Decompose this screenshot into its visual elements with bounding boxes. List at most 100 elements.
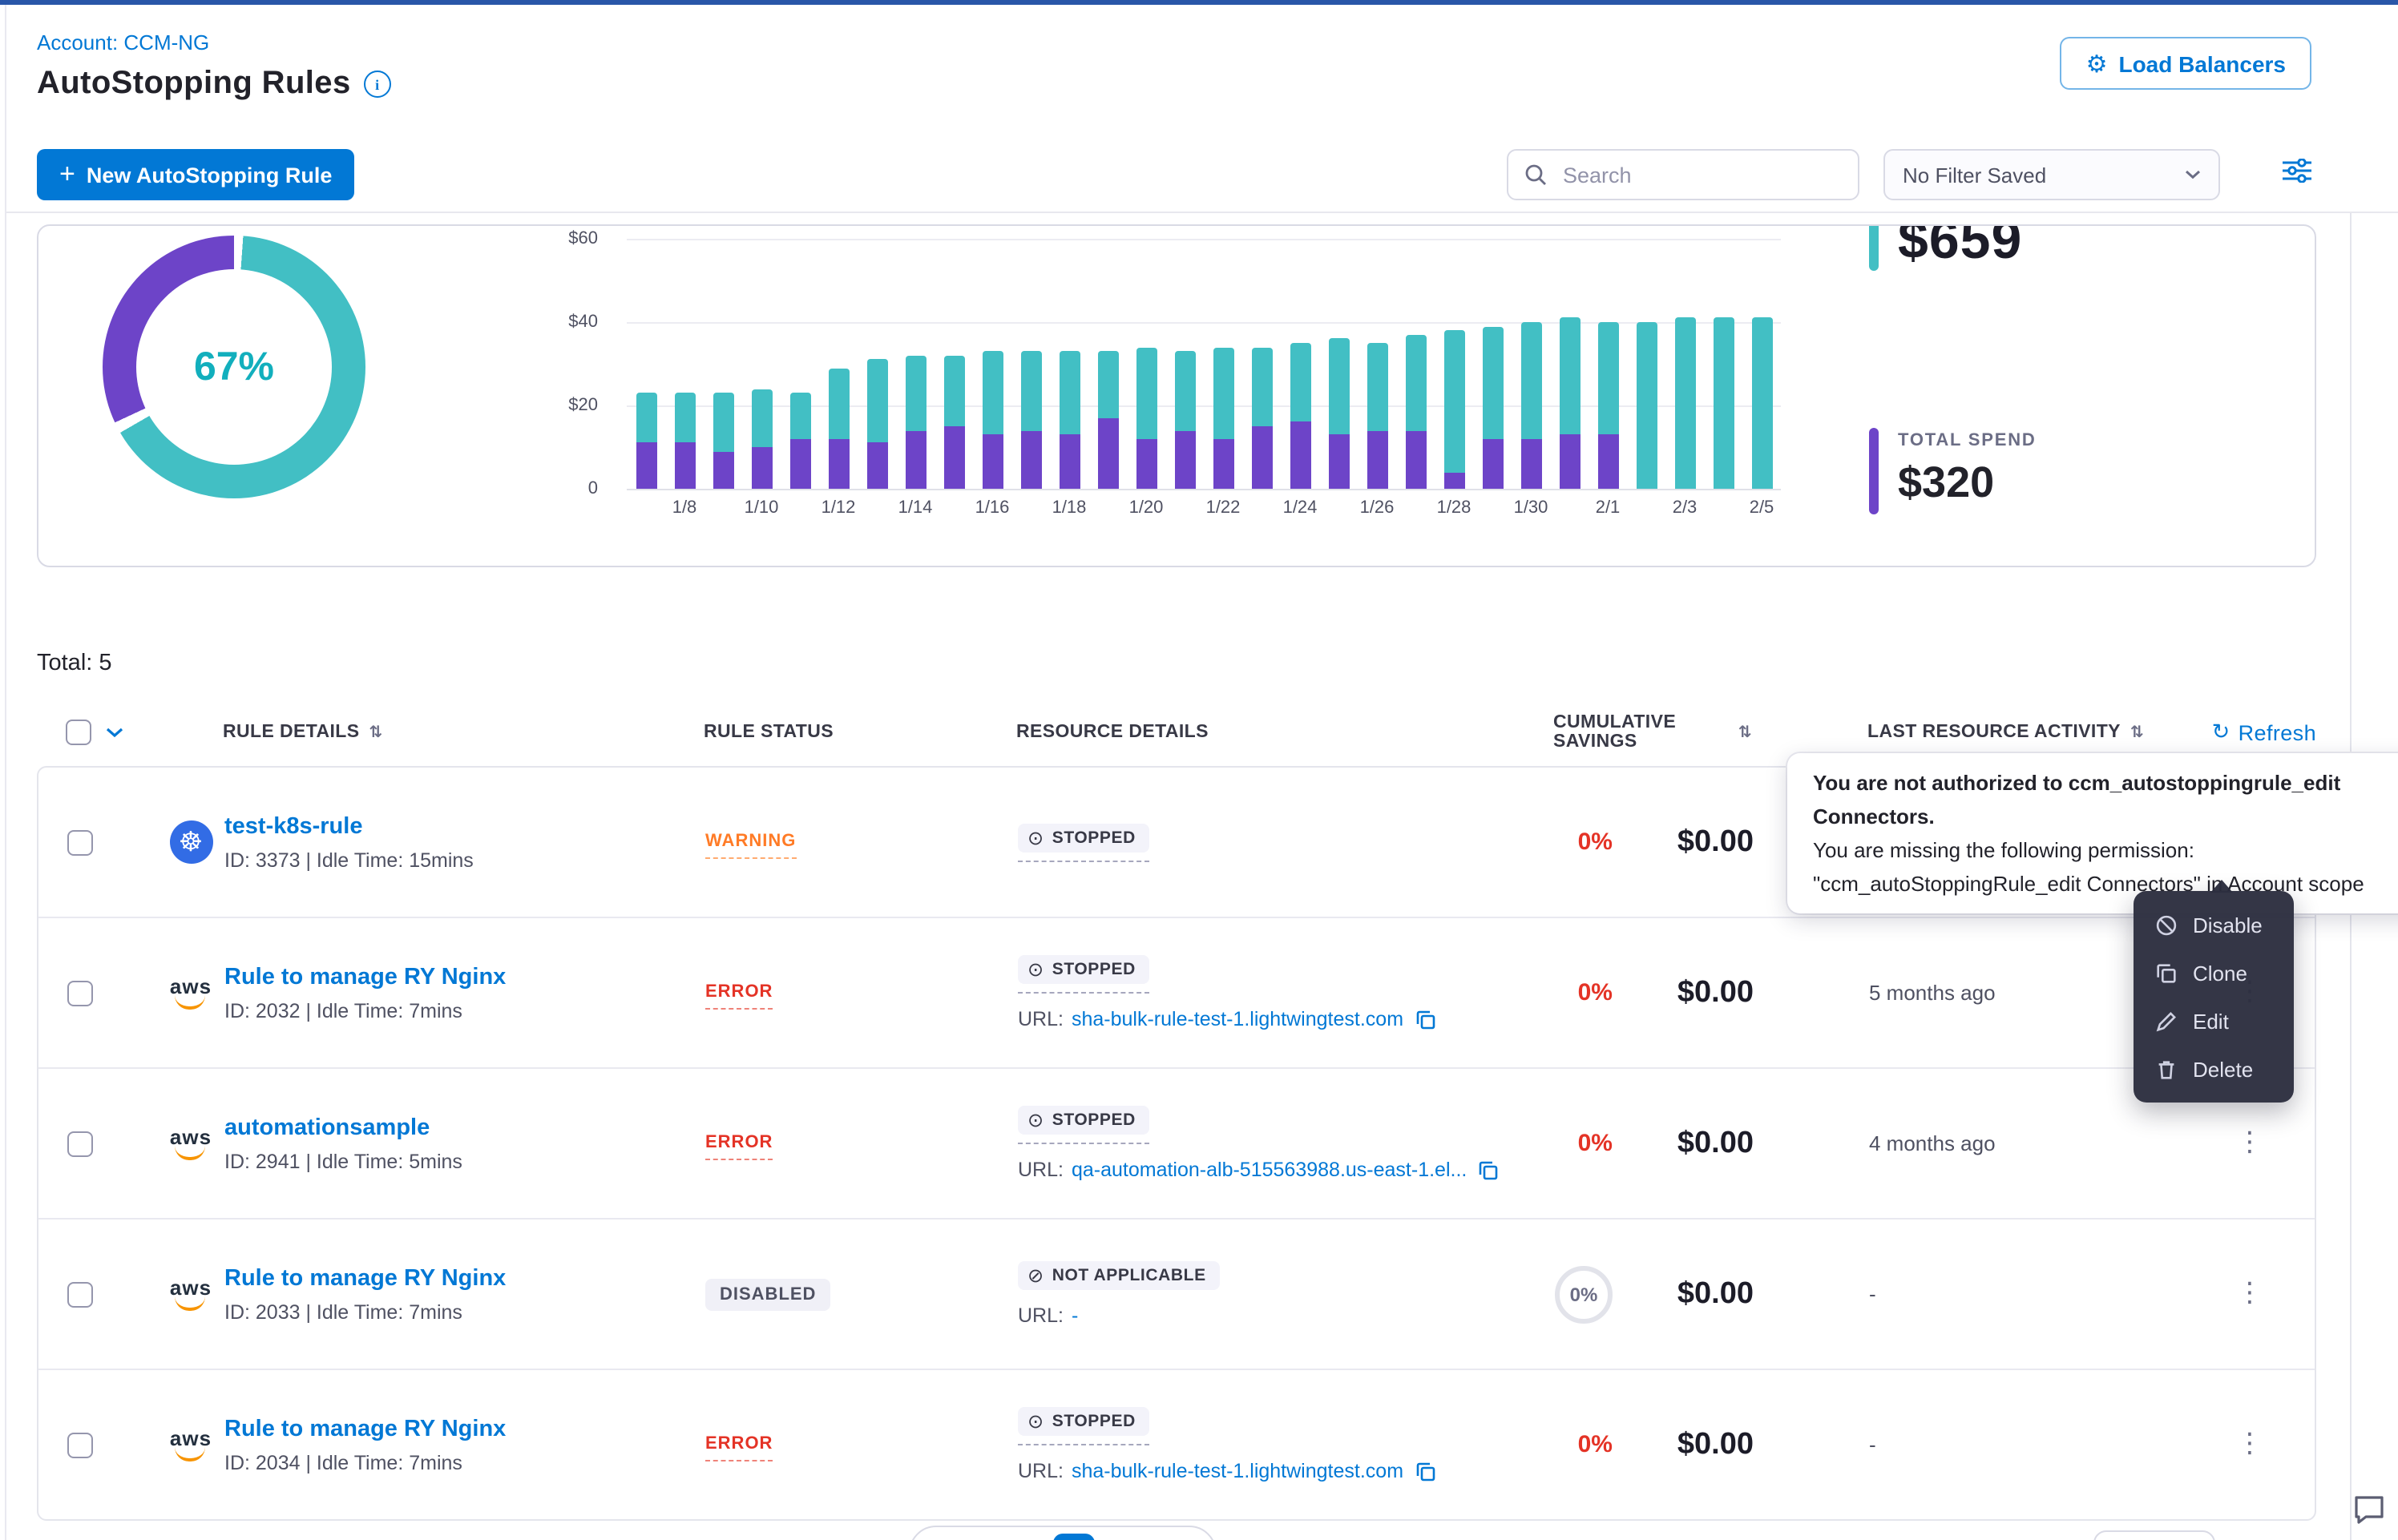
savings-percent: 0% bbox=[1578, 1130, 1613, 1157]
resource-url-link[interactable]: sha-bulk-rule-test-1.lightwingtest.com bbox=[1072, 1460, 1403, 1482]
aws-logo-text: aws bbox=[170, 1127, 212, 1147]
copy-icon[interactable] bbox=[1478, 1159, 1499, 1180]
bar: 1/24 bbox=[1281, 239, 1319, 489]
load-balancers-button[interactable]: ⚙ Load Balancers bbox=[2061, 37, 2311, 90]
select-all-checkbox[interactable] bbox=[66, 720, 91, 745]
bar bbox=[858, 239, 896, 489]
rule-name-link[interactable]: Rule to manage RY Nginx bbox=[224, 964, 705, 990]
menu-item-edit[interactable]: Edit bbox=[2134, 997, 2294, 1045]
resource-state-badge[interactable]: ⊙ STOPPED bbox=[1018, 955, 1150, 984]
bar bbox=[1242, 239, 1281, 489]
bar: 1/14 bbox=[896, 239, 935, 489]
resource-state-badge[interactable]: ⊙ STOPPED bbox=[1018, 1407, 1150, 1436]
x-tick-label: 1/10 bbox=[745, 498, 779, 518]
aws-icon: aws bbox=[170, 976, 212, 1010]
search-box[interactable] bbox=[1507, 149, 1859, 200]
bar: 1/28 bbox=[1435, 239, 1473, 489]
menu-item-delete[interactable]: Delete bbox=[2134, 1045, 2294, 1093]
select-menu-chevron-icon[interactable] bbox=[106, 727, 123, 738]
new-autostopping-rule-button[interactable]: + New AutoStopping Rule bbox=[37, 149, 354, 200]
x-tick-label: 1/8 bbox=[672, 498, 697, 518]
rule-status-badge[interactable]: ERROR bbox=[705, 982, 773, 1010]
spend-savings-bar-chart: $60 $40 $20 0 1/81/101/121/141/161/181/2… bbox=[543, 226, 1826, 546]
resource-state-wrap: ⊙ STOPPED bbox=[1018, 1407, 1150, 1445]
load-balancers-label: Load Balancers bbox=[2118, 50, 2286, 76]
savings-percent: 0% bbox=[1578, 828, 1613, 856]
account-breadcrumb[interactable]: Account: CCM-NG bbox=[37, 30, 209, 54]
resource-url-link[interactable]: qa-automation-alb-515563988.us-east-1.el… bbox=[1072, 1159, 1467, 1181]
y-tick: $60 bbox=[543, 229, 598, 248]
copy-icon[interactable] bbox=[1415, 1461, 1435, 1482]
row-checkbox[interactable] bbox=[67, 829, 93, 855]
bar bbox=[1550, 239, 1589, 489]
gear-icon: ⚙ bbox=[2086, 49, 2108, 78]
refresh-link[interactable]: ↻ Refresh bbox=[2180, 720, 2316, 745]
rule-name-link[interactable]: test-k8s-rule bbox=[224, 813, 705, 839]
left-divider bbox=[5, 0, 6, 1540]
resource-state-wrap: ⊙ STOPPED bbox=[1018, 1106, 1150, 1144]
header-rule-details[interactable]: RULE DETAILS ⇅ bbox=[223, 723, 704, 742]
row-menu-kebab[interactable]: ⋮ bbox=[2236, 1130, 2263, 1157]
table-row[interactable]: aws Rule to manage RY Nginx ID: 2032 | I… bbox=[38, 917, 2315, 1067]
aws-icon: aws bbox=[170, 1277, 212, 1311]
sort-icon[interactable]: ⇅ bbox=[369, 724, 383, 741]
url-prefix: URL: bbox=[1018, 1304, 1064, 1327]
resource-state-badge[interactable]: ⊙ STOPPED bbox=[1018, 823, 1150, 852]
table-row[interactable]: aws Rule to manage RY Nginx ID: 2034 | I… bbox=[38, 1369, 2315, 1519]
y-tick: $40 bbox=[543, 312, 598, 332]
bar: 2/1 bbox=[1589, 239, 1627, 489]
resource-url-link[interactable]: sha-bulk-rule-test-1.lightwingtest.com bbox=[1072, 1008, 1403, 1030]
copy-icon[interactable] bbox=[1415, 1009, 1435, 1030]
saved-filter-value: No Filter Saved bbox=[1903, 163, 2046, 187]
rule-status-badge[interactable]: ERROR bbox=[705, 1133, 773, 1160]
header-last-resource-activity[interactable]: LAST RESOURCE ACTIVITY ⇅ bbox=[1752, 723, 2180, 742]
disable-icon bbox=[2154, 913, 2178, 937]
savings-donut-chart: 67% bbox=[103, 236, 365, 498]
resource-state-wrap: ⊘ NOT APPLICABLE bbox=[1018, 1261, 1221, 1290]
bar: 1/10 bbox=[742, 239, 781, 489]
menu-item-clone[interactable]: Clone bbox=[2134, 949, 2294, 997]
table-row[interactable]: aws Rule to manage RY Nginx ID: 2033 | I… bbox=[38, 1218, 2315, 1369]
sort-icon[interactable]: ⇅ bbox=[1738, 724, 1752, 741]
row-menu-kebab[interactable]: ⋮ bbox=[2236, 1280, 2263, 1308]
pagination[interactable] bbox=[909, 1526, 1217, 1540]
tooltip-line: "ccm_autoStoppingRule_edit Connectors" i… bbox=[1813, 867, 2398, 901]
x-tick-label: 1/14 bbox=[898, 498, 933, 518]
header-cumulative-savings[interactable]: CUMULATIVE SAVINGS ⇅ bbox=[1531, 713, 1752, 752]
rule-status-badge[interactable]: DISABLED bbox=[705, 1278, 830, 1310]
savings-amount: $0.00 bbox=[1613, 824, 1754, 860]
menu-item-disable[interactable]: Disable bbox=[2134, 901, 2294, 949]
row-checkbox[interactable] bbox=[67, 1432, 93, 1457]
row-checkbox[interactable] bbox=[67, 1131, 93, 1156]
resource-state-wrap: ⊙ STOPPED bbox=[1018, 955, 1150, 994]
pagination-current-page[interactable] bbox=[1053, 1534, 1095, 1540]
rule-meta: ID: 2033 | Idle Time: 7mins bbox=[224, 1300, 705, 1323]
pagination-page-size[interactable] bbox=[2093, 1530, 2215, 1540]
row-menu-kebab[interactable]: ⋮ bbox=[2236, 1431, 2263, 1458]
kubernetes-icon: ☸ bbox=[169, 820, 212, 864]
aws-logo-text: aws bbox=[170, 976, 212, 997]
sort-icon[interactable]: ⇅ bbox=[2130, 724, 2144, 741]
resource-state-badge[interactable]: ⊙ STOPPED bbox=[1018, 1106, 1150, 1135]
rule-status-badge[interactable]: WARNING bbox=[705, 832, 796, 859]
saved-filter-dropdown[interactable]: No Filter Saved bbox=[1883, 149, 2220, 200]
resource-url-link[interactable]: - bbox=[1072, 1304, 1078, 1327]
rule-name-link[interactable]: Rule to manage RY Nginx bbox=[224, 1416, 705, 1441]
resource-state-badge[interactable]: ⊘ NOT APPLICABLE bbox=[1018, 1261, 1221, 1290]
row-checkbox[interactable] bbox=[67, 980, 93, 1006]
table-row[interactable]: aws automationsample ID: 2941 | Idle Tim… bbox=[38, 1067, 2315, 1218]
savings-amount: $0.00 bbox=[1613, 1126, 1754, 1161]
chat-bubble-icon[interactable] bbox=[2350, 1490, 2388, 1537]
info-icon[interactable]: i bbox=[364, 71, 391, 98]
total-spend-amount: $320 bbox=[1898, 458, 2037, 508]
resource-state-label: STOPPED bbox=[1052, 828, 1136, 847]
plus-icon: + bbox=[59, 158, 75, 190]
rule-name-link[interactable]: automationsample bbox=[224, 1115, 705, 1140]
row-checkbox[interactable] bbox=[67, 1281, 93, 1307]
rule-status-badge[interactable]: ERROR bbox=[705, 1434, 773, 1461]
bar bbox=[781, 239, 819, 489]
search-input[interactable] bbox=[1560, 161, 1842, 188]
rule-name-link[interactable]: Rule to manage RY Nginx bbox=[224, 1265, 705, 1291]
bar: 1/22 bbox=[1204, 239, 1242, 489]
filter-panel-icon[interactable] bbox=[2283, 159, 2311, 183]
